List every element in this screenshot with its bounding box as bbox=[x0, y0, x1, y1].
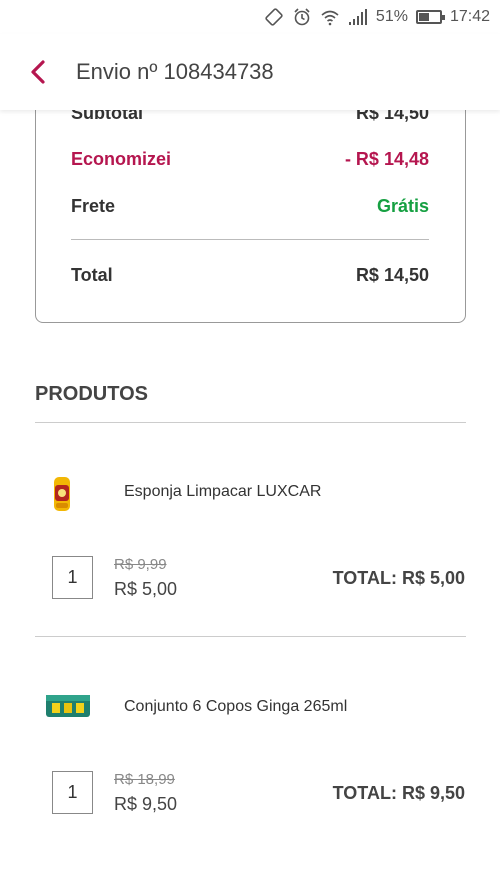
status-bar: 51% 17:42 bbox=[0, 0, 500, 34]
product-name: Esponja Limpacar LUXCAR bbox=[124, 483, 322, 500]
cups-image-icon bbox=[46, 695, 90, 717]
vibrate-icon bbox=[264, 7, 284, 27]
products-heading: PRODUTOS bbox=[35, 383, 148, 405]
savings-value: - R$ 14,48 bbox=[344, 149, 429, 169]
products-divider bbox=[35, 422, 466, 423]
clock-time: 17:42 bbox=[449, 8, 490, 25]
product-total: TOTAL: R$ 5,00 bbox=[332, 568, 465, 588]
shipping-value: Grátis bbox=[376, 196, 429, 216]
total-row: Total R$ 14,50 bbox=[71, 265, 429, 286]
wifi-icon bbox=[320, 7, 340, 27]
sponge-image-icon bbox=[54, 477, 70, 511]
product-divider bbox=[35, 636, 466, 637]
total-value: R$ 14,50 bbox=[355, 265, 429, 285]
product-thumbnail bbox=[42, 473, 82, 520]
shipping-label: Frete bbox=[71, 196, 116, 216]
battery-icon bbox=[415, 10, 445, 24]
app-header: Envio nº 108434738 bbox=[0, 34, 500, 110]
alarm-icon bbox=[292, 7, 312, 27]
shipping-row: Frete Grátis bbox=[71, 196, 429, 217]
quantity-box: 1 bbox=[52, 556, 93, 599]
product-total: TOTAL: R$ 9,50 bbox=[332, 783, 465, 803]
page-title: Envio nº 108434738 bbox=[76, 59, 274, 84]
original-price: R$ 18,99 bbox=[114, 771, 175, 788]
product-name: Conjunto 6 Copos Ginga 265ml bbox=[124, 698, 348, 715]
product-thumbnail bbox=[44, 689, 92, 726]
battery-percent: 51% bbox=[375, 8, 408, 25]
savings-label: Economizei bbox=[71, 149, 172, 169]
original-price: R$ 9,99 bbox=[114, 556, 167, 573]
signal-icon bbox=[348, 8, 368, 26]
discounted-price: R$ 5,00 bbox=[114, 579, 178, 599]
quantity-box: 1 bbox=[52, 771, 93, 814]
summary-divider bbox=[71, 239, 429, 240]
savings-row: Economizei - R$ 14,48 bbox=[71, 149, 429, 170]
back-button[interactable] bbox=[0, 34, 76, 110]
discounted-price: R$ 9,50 bbox=[114, 794, 178, 814]
total-label: Total bbox=[71, 265, 113, 285]
chevron-left-icon bbox=[31, 60, 45, 84]
